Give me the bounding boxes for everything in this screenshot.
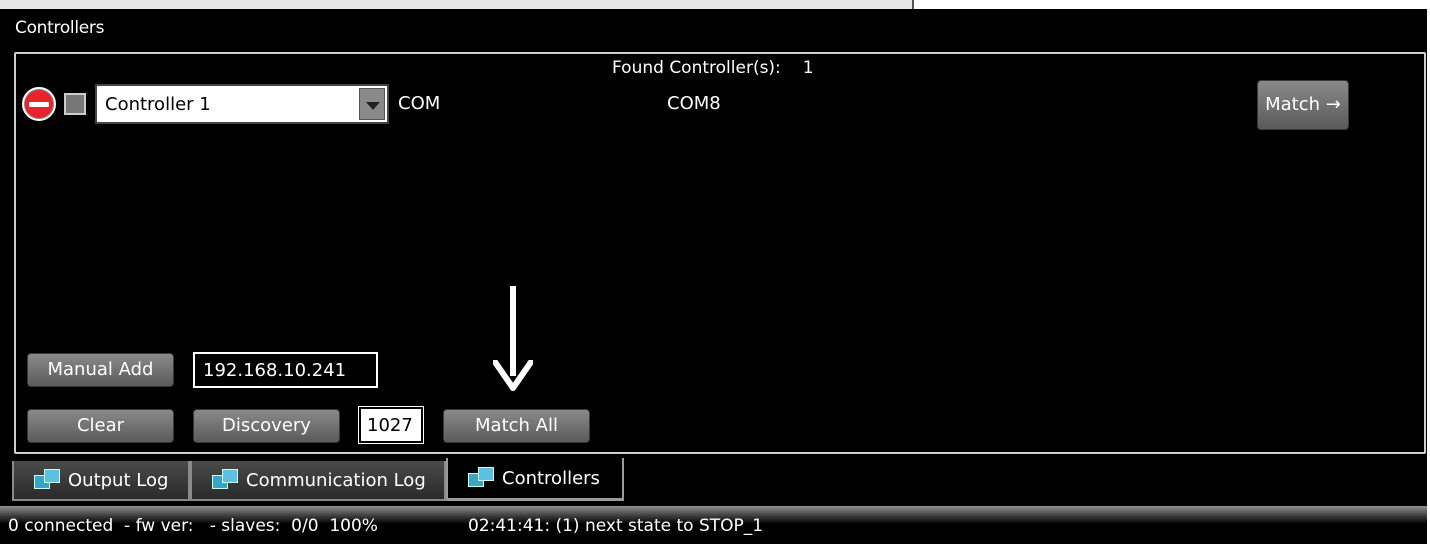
top-strip-separator (912, 0, 914, 9)
found-count: 1 (802, 58, 814, 78)
monitor-icon (212, 469, 238, 491)
controller-select-value: Controller 1 (105, 94, 211, 115)
controller-select[interactable]: Controller 1 (95, 84, 389, 124)
discovery-button[interactable]: Discovery (193, 409, 340, 443)
connection-type: COM (398, 93, 441, 114)
arrow-down-icon (493, 360, 533, 391)
ip-address-input[interactable] (193, 352, 378, 388)
match-button[interactable]: Match → (1257, 80, 1349, 130)
tab-label: Controllers (502, 467, 600, 489)
monitor-icon (468, 467, 494, 489)
manual-add-button[interactable]: Manual Add (27, 353, 174, 387)
tab-communication-log[interactable]: Communication Log (190, 461, 446, 501)
chevron-down-icon[interactable] (359, 88, 385, 120)
connection-port: COM8 (667, 93, 721, 114)
controller-checkbox[interactable] (64, 93, 86, 115)
clear-button[interactable]: Clear (27, 409, 174, 443)
tab-label: Communication Log (246, 469, 426, 491)
top-strip-left (0, 0, 912, 9)
remove-controller-icon[interactable] (22, 87, 56, 121)
found-label: Found Controller(s): (612, 58, 781, 78)
window-top-strip (0, 0, 1430, 9)
tab-label: Output Log (68, 469, 169, 491)
panel-title: Controllers (15, 18, 105, 38)
tab-output-log[interactable]: Output Log (12, 461, 190, 501)
match-all-button[interactable]: Match All (443, 409, 590, 443)
tab-controllers[interactable]: Controllers (446, 458, 624, 501)
monitor-icon (34, 469, 60, 491)
status-connection-info: 0 connected - fw ver: - slaves: 0/0 100% (8, 516, 378, 536)
status-message: 02:41:41: (1) next state to STOP_1 (468, 516, 764, 536)
discovery-port-input[interactable] (358, 406, 424, 444)
found-controllers: Found Controller(s): 1 (612, 58, 814, 78)
